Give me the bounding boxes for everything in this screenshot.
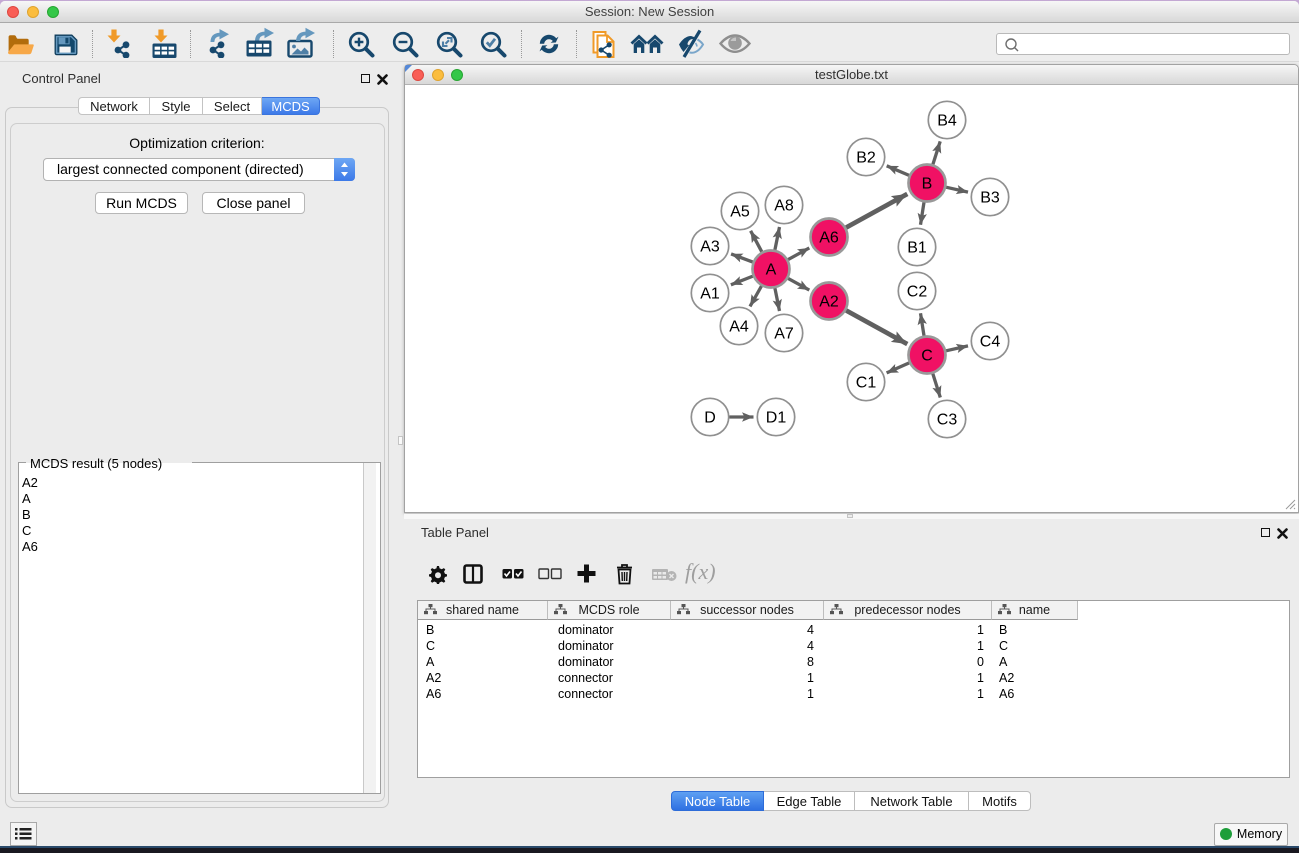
- svg-text:A6: A6: [819, 230, 839, 247]
- svg-text:A: A: [766, 262, 777, 279]
- svg-text:A8: A8: [774, 198, 794, 215]
- svg-text:B1: B1: [907, 240, 927, 257]
- svg-text:C3: C3: [937, 412, 958, 429]
- svg-text:A4: A4: [729, 319, 749, 336]
- svg-text:C: C: [921, 348, 933, 365]
- svg-text:A7: A7: [774, 326, 794, 343]
- svg-text:A2: A2: [819, 294, 839, 311]
- svg-text:B4: B4: [937, 113, 957, 130]
- svg-text:B2: B2: [856, 150, 876, 167]
- svg-text:A1: A1: [700, 286, 720, 303]
- svg-text:C2: C2: [907, 284, 928, 301]
- svg-text:B3: B3: [980, 190, 1000, 207]
- svg-text:C4: C4: [980, 334, 1001, 351]
- svg-text:D1: D1: [766, 410, 787, 427]
- svg-text:A5: A5: [730, 204, 750, 221]
- svg-text:B: B: [922, 176, 933, 193]
- svg-text:A3: A3: [700, 239, 720, 256]
- svg-text:C1: C1: [856, 375, 877, 392]
- svg-text:D: D: [704, 410, 716, 427]
